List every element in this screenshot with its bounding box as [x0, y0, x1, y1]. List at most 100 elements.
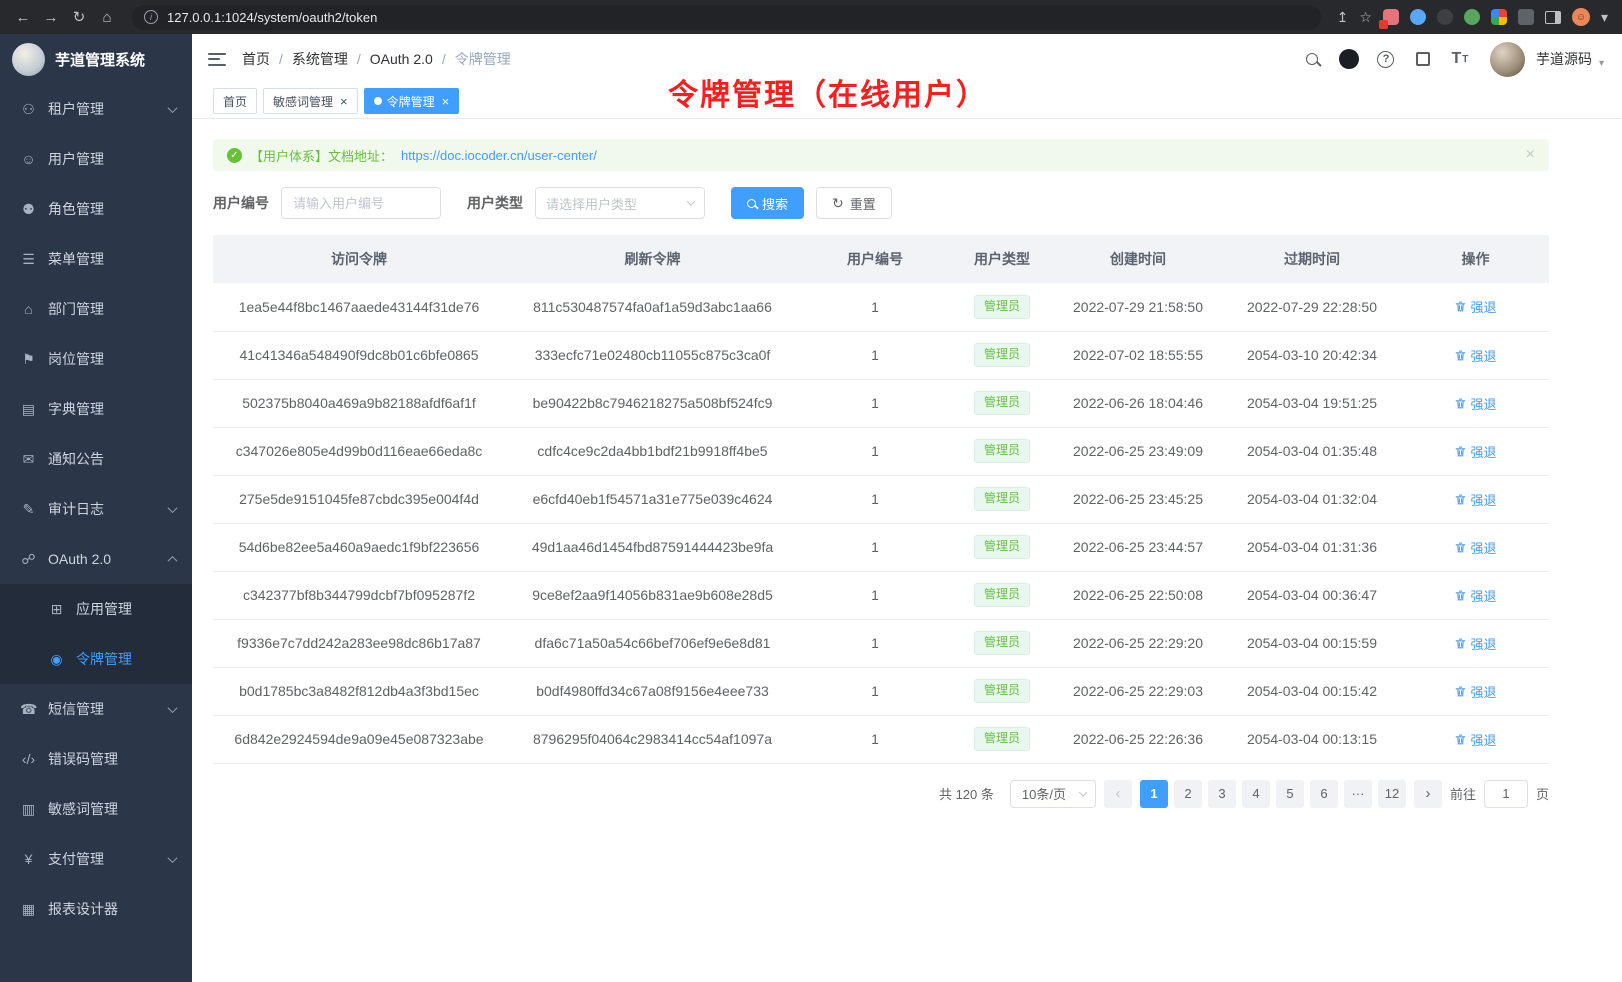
breadcrumb-item[interactable]: OAuth 2.0 — [370, 51, 433, 67]
force-logout-button[interactable]: 强退 — [1454, 442, 1496, 461]
post-icon: ⚑ — [20, 351, 37, 368]
page-button-3[interactable]: 3 — [1208, 780, 1236, 808]
extension-red-icon[interactable] — [1383, 9, 1399, 25]
pin-icon[interactable] — [1518, 9, 1534, 25]
extension-green-icon[interactable] — [1464, 9, 1480, 25]
app-logo[interactable]: 芋道管理系统 — [0, 34, 192, 84]
sidebar-toggle-icon[interactable] — [208, 53, 226, 66]
github-icon[interactable] — [1334, 44, 1364, 74]
force-logout-button[interactable]: 强退 — [1454, 490, 1496, 509]
force-logout-button[interactable]: 强退 — [1454, 634, 1496, 653]
breadcrumb-item[interactable]: 首页 — [242, 49, 270, 69]
expire-time-cell: 2054-03-04 01:35:48 — [1222, 427, 1402, 475]
goto-page-input[interactable] — [1484, 780, 1528, 808]
sidebar-item-error-code[interactable]: ‹/›错误码管理 — [0, 734, 192, 784]
close-icon[interactable]: × — [340, 95, 348, 108]
sidebar-item-audit-log[interactable]: ✎审计日志 — [0, 484, 192, 534]
delete-icon — [1454, 733, 1467, 746]
username[interactable]: 芋道源码 — [1536, 49, 1592, 69]
sidebar-item-dept[interactable]: ⌂部门管理 — [0, 284, 192, 334]
page-button-6[interactable]: 6 — [1310, 780, 1338, 808]
breadcrumb-item[interactable]: 系统管理 — [292, 49, 348, 69]
chevron-down-icon — [168, 853, 178, 863]
browser-forward-icon[interactable]: → — [38, 4, 64, 30]
force-logout-button[interactable]: 强退 — [1454, 538, 1496, 557]
force-logout-button[interactable]: 强退 — [1454, 394, 1496, 413]
user-type-cell: 管理员 — [950, 619, 1054, 667]
action-cell: 强退 — [1402, 523, 1549, 571]
page-button-1[interactable]: 1 — [1140, 780, 1168, 808]
tab-token[interactable]: 令牌管理× — [364, 88, 460, 114]
tab-home[interactable]: 首页 — [213, 88, 257, 114]
refresh-token-cell: b0df4980ffd34c67a08f9156e4eee733 — [505, 667, 800, 715]
user-id-cell: 1 — [800, 283, 950, 331]
page-button-12[interactable]: 12 — [1378, 780, 1406, 808]
sidebar-item-token[interactable]: ◉令牌管理 — [0, 634, 192, 684]
browser-address-bar[interactable]: i 127.0.0.1:1024/system/oauth2/token — [132, 5, 1321, 30]
sidebar-item-report[interactable]: ▦报表设计器 — [0, 884, 192, 934]
chevron-down-icon — [1079, 788, 1087, 796]
sidebar-item-label: 部门管理 — [48, 299, 104, 319]
active-tab-dot — [374, 97, 382, 105]
extension-blue-icon[interactable] — [1410, 9, 1426, 25]
user-type-select[interactable]: 请选择用户类型 — [535, 187, 705, 219]
sidebar-item-tenant[interactable]: ⚇租户管理 — [0, 84, 192, 134]
page-button-2[interactable]: 2 — [1174, 780, 1202, 808]
share-icon[interactable]: ↥ — [1337, 9, 1349, 26]
sidebar-item-role[interactable]: ⚉角色管理 — [0, 184, 192, 234]
browser-profile-avatar[interactable]: ☺ — [1572, 8, 1590, 26]
sidebar-menu: ⚇租户管理☺用户管理⚉角色管理☰菜单管理⌂部门管理⚑岗位管理▤字典管理✉通知公告… — [0, 84, 192, 934]
reset-button-label: 重置 — [850, 194, 876, 213]
page-size-select[interactable]: 10条/页 — [1010, 780, 1096, 808]
chevron-down-icon — [168, 103, 178, 113]
sidebar-item-pay[interactable]: ¥支付管理 — [0, 834, 192, 884]
help-icon[interactable]: ? — [1371, 44, 1401, 74]
sidebar-item-menu[interactable]: ☰菜单管理 — [0, 234, 192, 284]
doc-link[interactable]: https://doc.iocoder.cn/user-center/ — [401, 148, 597, 163]
sidebar-item-label: 用户管理 — [48, 149, 104, 169]
sidebar-item-sensitive-word[interactable]: ▥敏感词管理 — [0, 784, 192, 834]
sidebar-item-sms[interactable]: ☎短信管理 — [0, 684, 192, 734]
user-id-input[interactable] — [281, 187, 441, 219]
tab-sensitive-word[interactable]: 敏感词管理× — [263, 88, 358, 114]
page-button-4[interactable]: 4 — [1242, 780, 1270, 808]
extension-dark-icon[interactable] — [1437, 9, 1453, 25]
delete-icon — [1454, 541, 1467, 554]
action-cell: 强退 — [1402, 715, 1549, 763]
sidebar-item-oauth2[interactable]: ☍OAuth 2.0 — [0, 534, 192, 584]
sidebar-item-app[interactable]: ⊞应用管理 — [0, 584, 192, 634]
force-logout-button[interactable]: 强退 — [1454, 297, 1496, 316]
search-button[interactable]: 搜索 — [731, 187, 804, 219]
side-panel-icon[interactable] — [1545, 11, 1561, 24]
chevron-down-icon[interactable]: ▾ — [1601, 9, 1608, 26]
force-logout-button[interactable]: 强退 — [1454, 586, 1496, 605]
sidebar-item-post[interactable]: ⚑岗位管理 — [0, 334, 192, 384]
sidebar-item-notice[interactable]: ✉通知公告 — [0, 434, 192, 484]
search-icon[interactable] — [1297, 44, 1327, 74]
page-button-5[interactable]: 5 — [1276, 780, 1304, 808]
browser-home-icon[interactable]: ⌂ — [94, 4, 120, 30]
force-logout-label: 强退 — [1470, 394, 1496, 413]
next-page-button[interactable]: › — [1414, 780, 1442, 808]
sidebar-item-user[interactable]: ☺用户管理 — [0, 134, 192, 184]
prev-page-button[interactable]: ‹ — [1104, 780, 1132, 808]
fullscreen-icon[interactable] — [1408, 44, 1438, 74]
extensions-puzzle-icon[interactable] — [1491, 9, 1507, 25]
refresh-token-cell: 8796295f04064c2983414cc54af1097a — [505, 715, 800, 763]
reset-button[interactable]: ↻ 重置 — [816, 187, 892, 219]
sidebar-item-dict[interactable]: ▤字典管理 — [0, 384, 192, 434]
user-avatar[interactable] — [1490, 42, 1525, 77]
sidebar-item-label: 通知公告 — [48, 449, 104, 469]
browser-reload-icon[interactable]: ↻ — [66, 4, 92, 30]
site-info-icon[interactable]: i — [144, 10, 158, 24]
user-type-badge: 管理员 — [974, 727, 1030, 751]
browser-back-icon[interactable]: ← — [10, 4, 36, 30]
force-logout-button[interactable]: 强退 — [1454, 346, 1496, 365]
close-icon[interactable]: × — [442, 95, 450, 108]
force-logout-button[interactable]: 强退 — [1454, 682, 1496, 701]
bookmark-star-icon[interactable]: ☆ — [1359, 9, 1372, 26]
alert-close-icon[interactable]: × — [1526, 146, 1535, 164]
force-logout-button[interactable]: 强退 — [1454, 730, 1496, 749]
font-size-icon[interactable]: TT — [1445, 44, 1475, 74]
more-pages-button[interactable]: ··· — [1344, 780, 1372, 808]
